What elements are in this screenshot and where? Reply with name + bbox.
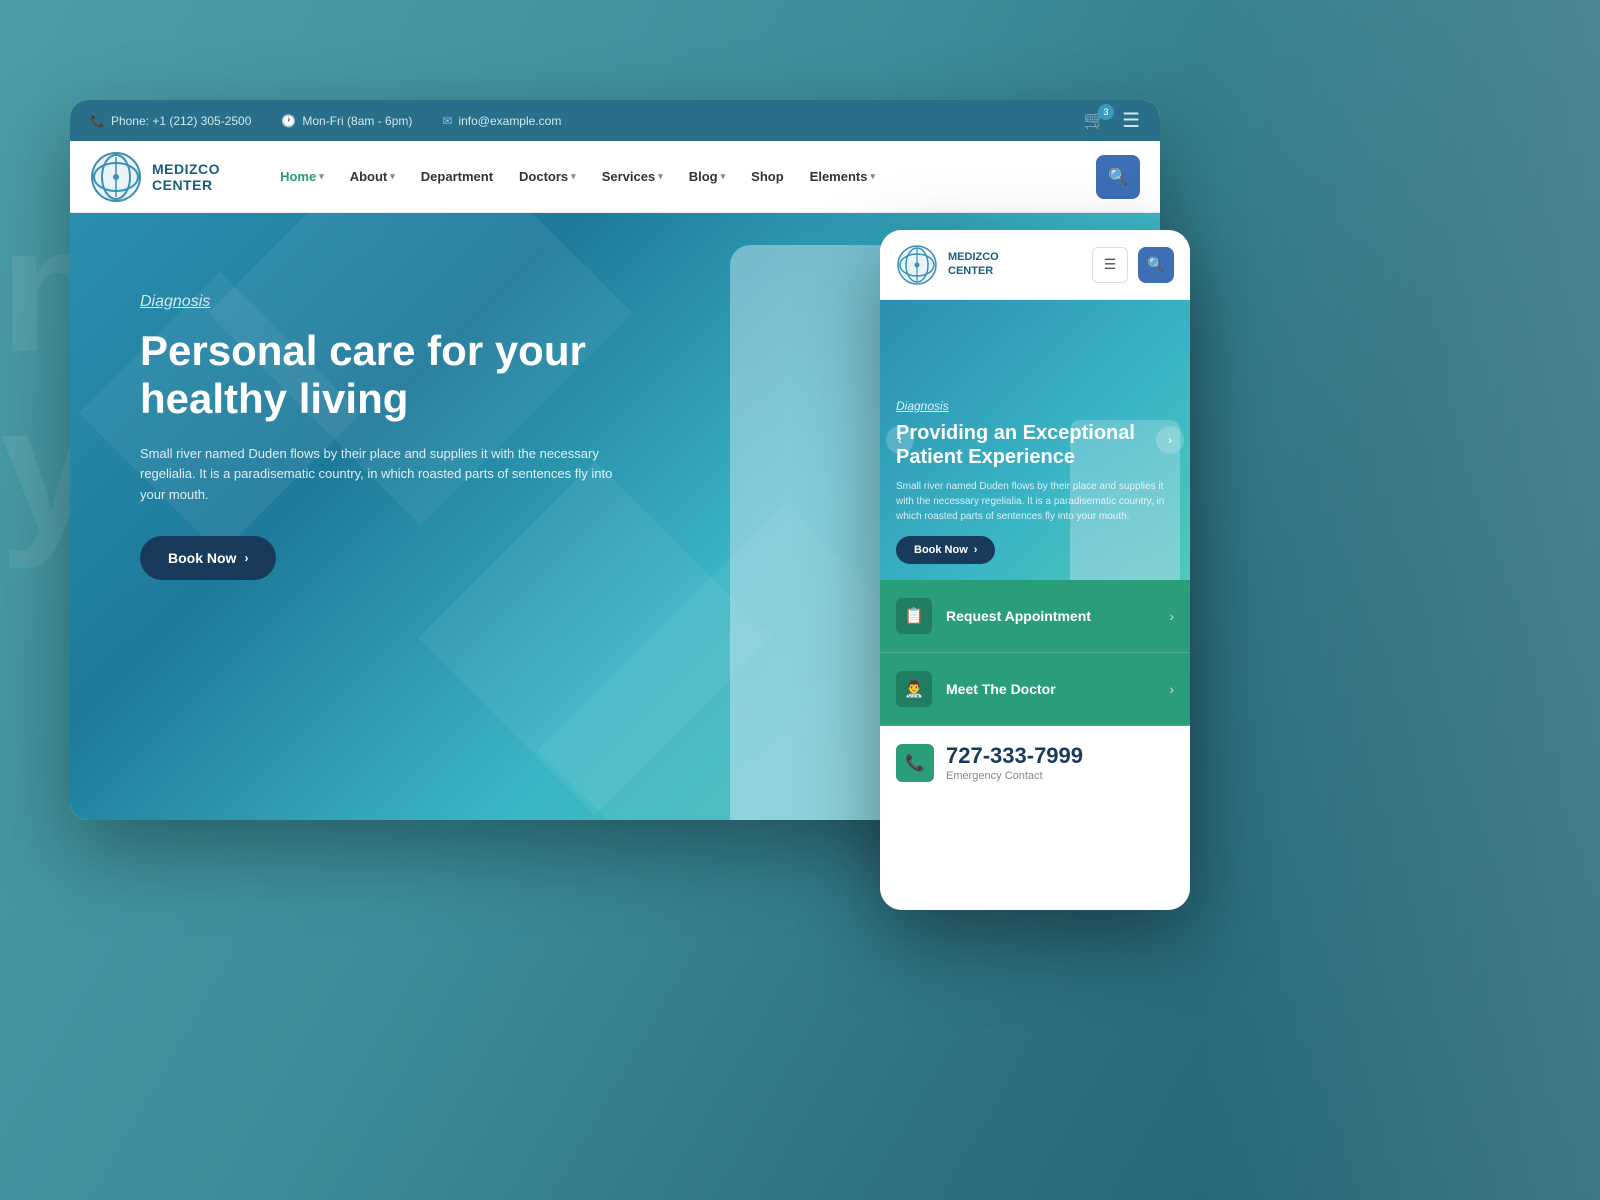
topbar-hours-label: Mon-Fri (8am - 6pm) xyxy=(302,114,412,128)
nav-doctors-label: Doctors xyxy=(519,169,568,184)
prev-icon: ‹ xyxy=(898,433,902,447)
nav-department-label: Department xyxy=(421,169,493,184)
desktop-header-nav: MEDIZCO CENTER Home ▾ About ▾ Department… xyxy=(70,141,1160,213)
hero-title: Personal care for your healthy living xyxy=(140,327,620,424)
doctor-label: Meet The Doctor xyxy=(946,681,1169,697)
hero-content-block: Diagnosis Personal care for your healthy… xyxy=(140,293,620,580)
topbar-email: ✉ info@example.com xyxy=(442,114,561,128)
mobile-search-button[interactable]: 🔍 xyxy=(1138,247,1174,283)
doctor-arrow: › xyxy=(1169,681,1174,697)
nav-shop-label: Shop xyxy=(751,169,784,184)
desktop-logo: MEDIZCO CENTER xyxy=(90,151,220,203)
mobile-hero-content: Diagnosis Providing an Exceptional Patie… xyxy=(880,383,1190,580)
mobile-hero-title: Providing an Exceptional Patient Experie… xyxy=(896,421,1174,469)
nav-item-elements[interactable]: Elements ▾ xyxy=(800,163,885,190)
emergency-contact-label: Emergency Contact xyxy=(946,770,1174,782)
mobile-hero-description: Small river named Duden flows by their p… xyxy=(896,479,1174,524)
cart-badge: 3 xyxy=(1098,104,1114,120)
phone-cta-icon: 📞 xyxy=(896,744,934,782)
appointment-arrow: › xyxy=(1169,608,1174,624)
mobile-logo-line2: CENTER xyxy=(948,265,1082,278)
mobile-list-item-doctor[interactable]: 👨‍⚕️ Meet The Doctor › xyxy=(880,653,1190,726)
mobile-search-icon: 🔍 xyxy=(1147,256,1164,273)
background-doctor-blur xyxy=(1200,0,1600,1200)
nav-about-arrow: ▾ xyxy=(390,171,395,182)
mobile-quick-links-list: 📋 Request Appointment › 👨‍⚕️ Meet The Do… xyxy=(880,580,1190,726)
mobile-book-label: Book Now xyxy=(914,544,968,556)
emergency-phone-number: 727-333-7999 xyxy=(946,744,1174,768)
topbar-phone: 📞 Phone: +1 (212) 305-2500 xyxy=(90,114,251,128)
mobile-hero-prev-button[interactable]: ‹ xyxy=(886,426,914,454)
mobile-logo-line1: MEDIZCO xyxy=(948,251,1082,264)
nav-item-about[interactable]: About ▾ xyxy=(340,163,405,190)
mobile-hamburger-icon: ☰ xyxy=(1104,256,1117,273)
search-icon: 🔍 xyxy=(1108,167,1128,187)
mobile-hero-title-line1: Providing an Exceptional xyxy=(896,422,1135,444)
nav-services-label: Services xyxy=(602,169,656,184)
logo-line2: CENTER xyxy=(152,177,220,193)
desktop-book-now-button[interactable]: Book Now › xyxy=(140,536,276,580)
nav-home-label: Home xyxy=(280,169,316,184)
email-icon: ✉ xyxy=(442,114,452,128)
desktop-topbar: 📞 Phone: +1 (212) 305-2500 🕐 Mon-Fri (8a… xyxy=(70,100,1160,141)
nav-services-arrow: ▾ xyxy=(658,171,663,182)
mobile-hero-subtitle: Diagnosis xyxy=(896,399,1174,413)
mobile-hero-title-line2: Patient Experience xyxy=(896,446,1075,468)
logo-text: MEDIZCO CENTER xyxy=(152,161,220,193)
topbar-hamburger[interactable]: ☰ xyxy=(1122,108,1140,133)
mobile-hamburger-button[interactable]: ☰ xyxy=(1092,247,1128,283)
mobile-hero-next-button[interactable]: › xyxy=(1156,426,1184,454)
nav-doctors-arrow: ▾ xyxy=(571,171,576,182)
mobile-book-now-button[interactable]: Book Now › xyxy=(896,536,995,564)
doctor-icon: 👨‍⚕️ xyxy=(896,671,932,707)
nav-item-doctors[interactable]: Doctors ▾ xyxy=(509,163,586,190)
hero-title-line2: healthy living xyxy=(140,375,408,422)
mobile-logo-svg-icon xyxy=(896,244,938,286)
nav-item-shop[interactable]: Shop xyxy=(741,163,794,190)
phone-icon: 📞 xyxy=(90,114,105,128)
topbar-hours: 🕐 Mon-Fri (8am - 6pm) xyxy=(281,114,412,128)
nav-blog-label: Blog xyxy=(689,169,718,184)
hero-title-line1: Personal care for your xyxy=(140,327,586,374)
mobile-header: MEDIZCO CENTER ☰ 🔍 xyxy=(880,230,1190,300)
logo-line1: MEDIZCO xyxy=(152,161,220,177)
nav-elements-label: Elements xyxy=(810,169,868,184)
desktop-search-button[interactable]: 🔍 xyxy=(1096,155,1140,199)
topbar-phone-label: Phone: +1 (212) 305-2500 xyxy=(111,114,251,128)
mobile-phone-cta: 📞 727-333-7999 Emergency Contact xyxy=(880,726,1190,800)
nav-item-department[interactable]: Department xyxy=(411,163,503,190)
appointment-label: Request Appointment xyxy=(946,608,1169,624)
hero-description: Small river named Duden flows by their p… xyxy=(140,444,620,506)
mobile-hero-section: ‹ › Diagnosis Providing an Exceptional P… xyxy=(880,300,1190,580)
mobile-browser-window: MEDIZCO CENTER ☰ 🔍 ‹ › Diagnosis Providi… xyxy=(880,230,1190,910)
mobile-book-arrow: › xyxy=(974,544,978,556)
nav-item-services[interactable]: Services ▾ xyxy=(592,163,673,190)
appointment-icon: 📋 xyxy=(896,598,932,634)
nav-elements-arrow: ▾ xyxy=(870,171,875,182)
next-icon: › xyxy=(1168,433,1172,447)
clock-icon: 🕐 xyxy=(281,114,296,128)
book-now-arrow: › xyxy=(244,551,248,565)
nav-about-label: About xyxy=(350,169,388,184)
mobile-phone-info: 727-333-7999 Emergency Contact xyxy=(946,744,1174,782)
mobile-list-item-appointment[interactable]: 📋 Request Appointment › xyxy=(880,580,1190,653)
nav-home-arrow: ▾ xyxy=(319,171,324,182)
logo-svg-icon xyxy=(90,151,142,203)
nav-item-blog[interactable]: Blog ▾ xyxy=(679,163,735,190)
mobile-logo-text: MEDIZCO CENTER xyxy=(948,251,1082,277)
hero-subtitle: Diagnosis xyxy=(140,293,620,311)
topbar-email-label: info@example.com xyxy=(458,114,561,128)
nav-item-home[interactable]: Home ▾ xyxy=(270,163,334,190)
book-now-label: Book Now xyxy=(168,550,236,566)
desktop-nav-menu: Home ▾ About ▾ Department Doctors ▾ Serv… xyxy=(250,163,1096,190)
nav-blog-arrow: ▾ xyxy=(721,171,726,182)
topbar-right-controls: 🛒 3 ☰ xyxy=(1084,108,1140,133)
cart-button[interactable]: 🛒 3 xyxy=(1084,110,1106,131)
